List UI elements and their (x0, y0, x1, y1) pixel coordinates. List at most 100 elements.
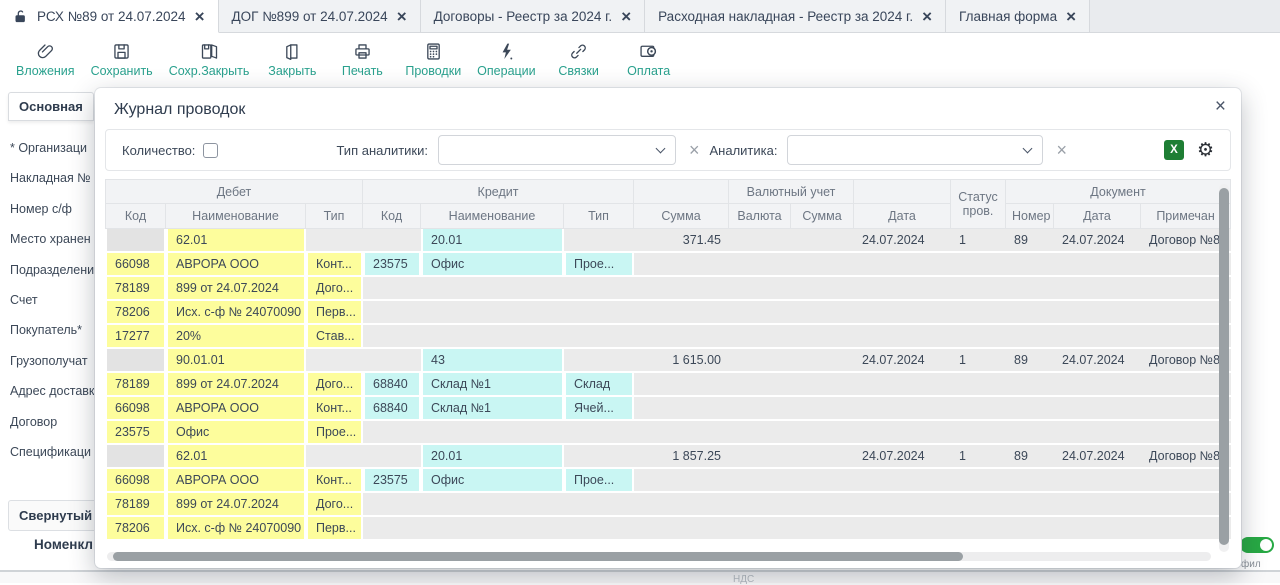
tab-dogovory-reestr[interactable]: Договоры - Реестр за 2024 г. × (421, 0, 646, 32)
payment-button[interactable]: Оплата (618, 39, 680, 80)
table-cell (1141, 301, 1231, 325)
tab-label: Договоры - Реестр за 2024 г. (434, 9, 613, 24)
table-row[interactable]: 62.0120.01371.4524.07.202418924.07.2024Д… (105, 229, 1231, 253)
excel-export-button[interactable]: X (1164, 140, 1184, 160)
background-table-strip: НДС (0, 570, 1280, 583)
table-cell (421, 421, 564, 445)
tab-close-icon[interactable]: × (397, 8, 407, 25)
operations-button[interactable]: Операции (473, 39, 539, 80)
table-cell (1054, 253, 1141, 277)
tab-glavnaya-forma[interactable]: Главная форма × (946, 0, 1090, 32)
table-cell (564, 493, 634, 517)
links-button[interactable]: Связки (548, 39, 610, 80)
vertical-scrollbar-thumb[interactable] (1219, 188, 1229, 545)
table-row[interactable]: 78189899 от 24.07.2024Дого...68840Склад … (105, 373, 1231, 397)
table-row[interactable]: 78189899 от 24.07.2024Дого... (105, 277, 1231, 301)
table-cell: Став... (306, 325, 363, 349)
print-button[interactable]: Печать (331, 39, 393, 80)
table-cell: 20% (166, 325, 306, 349)
postings-table: ДебетКредитВалютный учетСтатус пров.Доку… (105, 179, 1231, 541)
clear-analytics-icon[interactable]: × (1056, 141, 1067, 159)
analytics-select[interactable] (787, 135, 1043, 165)
table-cell: 68840 (363, 397, 421, 421)
table-row[interactable]: 62.0120.011 857.2524.07.202418924.07.202… (105, 445, 1231, 469)
table-cell: 62.01 (166, 445, 306, 469)
group-document: Документ (1006, 179, 1231, 204)
table-cell (791, 493, 854, 517)
save-button[interactable]: Сохранить (87, 39, 157, 80)
modal-close-button[interactable]: × (1215, 97, 1226, 116)
nds-column-label: НДС (733, 574, 754, 585)
chevron-down-icon (1023, 144, 1033, 154)
table-cell (854, 301, 951, 325)
table-cell: АВРОРА ООО (166, 469, 306, 493)
table-cell: 24.07.2024 (854, 445, 951, 469)
table-cell: 899 от 24.07.2024 (166, 493, 306, 517)
field-label-specifikaciya: Спецификаци (10, 437, 96, 467)
tab-close-icon[interactable]: × (621, 8, 631, 25)
table-cell: 78206 (105, 301, 166, 325)
close-button[interactable]: Закрыть (261, 39, 323, 80)
field-label-gruzopoluchatel: Грузополучат (10, 346, 96, 376)
table-cell: Договор №8 (1141, 229, 1231, 253)
table-cell: Прое... (564, 469, 634, 493)
tab-rsx-89[interactable]: РСХ №89 от 24.07.2024 × (0, 0, 219, 33)
table-cell: 43 (421, 349, 564, 373)
tab-osnovnaya[interactable]: Основная (8, 92, 94, 121)
table-cell: 66098 (105, 469, 166, 493)
tab-dog-899[interactable]: ДОГ №899 от 24.07.2024 × (219, 0, 421, 32)
table-row[interactable]: 90.01.01431 615.0024.07.202418924.07.202… (105, 349, 1231, 373)
table-cell: 24.07.2024 (854, 349, 951, 373)
analytics-type-select[interactable] (438, 135, 676, 165)
table-cell (363, 349, 421, 373)
table-cell (854, 373, 951, 397)
table-row[interactable]: 66098АВРОРА ОООКонт...68840Склад №1Ячей.… (105, 397, 1231, 421)
table-cell (1006, 421, 1054, 445)
clear-type-icon[interactable]: × (689, 141, 700, 159)
table-cell (634, 517, 729, 541)
horizontal-scrollbar[interactable] (107, 552, 1211, 561)
table-cell (1054, 277, 1141, 301)
toggle-switch[interactable] (1240, 537, 1274, 553)
table-cell: 78189 (105, 373, 166, 397)
filter-toggle[interactable]: фил (1237, 537, 1277, 570)
table-cell: 371.45 (634, 229, 729, 253)
table-row[interactable]: 78206Исх. с-ф № 24070090 ...Перв... (105, 517, 1231, 541)
table-cell: 89 (1006, 229, 1054, 253)
table-cell: 1 857.25 (634, 445, 729, 469)
table-row[interactable]: 66098АВРОРА ОООКонт...23575ОфисПрое... (105, 469, 1231, 493)
table-cell (421, 493, 564, 517)
table-cell: Исх. с-ф № 24070090 ... (166, 517, 306, 541)
table-cell (1006, 493, 1054, 517)
table-row[interactable]: 23575ОфисПрое... (105, 421, 1231, 445)
postings-button[interactable]: Проводки (401, 39, 465, 80)
tab-close-icon[interactable]: × (195, 8, 205, 25)
save-close-button[interactable]: Сохр.Закрыть (165, 39, 254, 80)
quantity-checkbox[interactable] (203, 143, 218, 158)
floppy-icon (111, 41, 132, 62)
table-row[interactable]: 78189899 от 24.07.2024Дого... (105, 493, 1231, 517)
table-row[interactable]: 1727720%Став... (105, 325, 1231, 349)
column-header: Дата (854, 204, 951, 229)
table-cell: Склад №1 (421, 373, 564, 397)
table-cell: Склад №1 (421, 397, 564, 421)
table-cell (951, 397, 1006, 421)
settings-gear-icon[interactable]: ⚙ (1197, 141, 1214, 160)
tab-rashodnaya-reestr[interactable]: Расходная накладная - Реестр за 2024 г. … (645, 0, 946, 32)
tab-close-icon[interactable]: × (922, 8, 932, 25)
tab-close-icon[interactable]: × (1066, 8, 1076, 25)
tab-label: Главная форма (959, 9, 1057, 24)
toolbar-label: Проводки (405, 64, 461, 78)
attachments-button[interactable]: Вложения (12, 39, 79, 80)
table-row[interactable]: 78206Исх. с-ф № 24070090 ...Перв... (105, 301, 1231, 325)
field-label-nakladnaya: Накладная № (10, 163, 96, 193)
table-cell (791, 373, 854, 397)
group-header-row: ДебетКредитВалютный учетСтатус пров.Доку… (105, 179, 1231, 204)
table-cell (1054, 325, 1141, 349)
table-cell (306, 445, 363, 469)
table-row[interactable]: 66098АВРОРА ОООКонт...23575ОфисПрое... (105, 253, 1231, 277)
table-cell (951, 373, 1006, 397)
vertical-scrollbar[interactable] (1219, 184, 1229, 552)
horizontal-scrollbar-thumb[interactable] (113, 552, 963, 561)
tab-svernutyj[interactable]: Свернутый (8, 500, 96, 531)
